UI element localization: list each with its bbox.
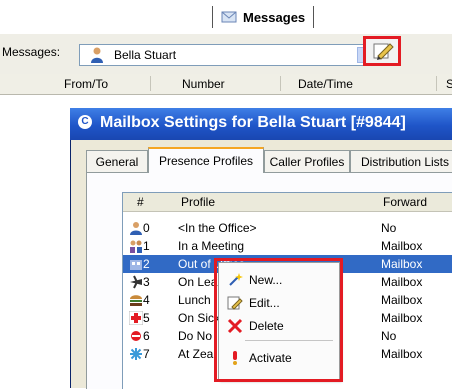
profile-number: 5 xyxy=(143,311,150,325)
column-number[interactable]: Number xyxy=(182,77,225,91)
profile-forward: Mailbox xyxy=(381,257,423,271)
grid-header: # Profile Forward xyxy=(123,193,452,212)
profile-number: 6 xyxy=(143,329,150,343)
context-menu-highlight-box xyxy=(214,258,343,382)
profile-forward: Mailbox xyxy=(381,239,423,253)
tab-general[interactable]: General xyxy=(86,150,148,172)
profile-number: 2 xyxy=(143,257,150,271)
profile-number: 4 xyxy=(143,293,150,307)
tab-distribution-lists-label: Distribution Lists xyxy=(360,154,450,169)
profile-name: Do No xyxy=(178,329,213,343)
tab-caller-profiles[interactable]: Caller Profiles xyxy=(264,150,350,172)
medical-cross-icon xyxy=(129,311,143,325)
tab-presence-profiles-label: Presence Profiles xyxy=(158,154,254,168)
profile-name: At Zea xyxy=(178,347,214,361)
tab-messages[interactable]: Messages xyxy=(212,6,315,28)
office-icon xyxy=(130,260,142,270)
profile-name: <In the Office> xyxy=(178,221,257,235)
column-divider xyxy=(280,76,281,91)
profile-forward: No xyxy=(381,221,397,235)
column-number-hash[interactable]: # xyxy=(137,195,144,209)
tab-distribution-lists[interactable]: Distribution Lists xyxy=(350,150,452,172)
profile-forward: Mailbox xyxy=(381,347,423,361)
column-forward[interactable]: Forward xyxy=(383,195,427,209)
person-icon xyxy=(91,47,103,63)
profile-number: 3 xyxy=(143,275,150,289)
mailbox-settings-button[interactable] xyxy=(363,36,401,66)
meeting-icon xyxy=(130,240,142,253)
profile-row[interactable]: 0 <In the Office> No xyxy=(123,219,452,237)
person-icon xyxy=(130,222,142,235)
tab-general-label: General xyxy=(95,154,139,169)
selected-user: Bella Stuart xyxy=(114,48,177,62)
column-status[interactable]: S xyxy=(446,77,452,91)
tab-caller-profiles-label: Caller Profiles xyxy=(269,154,345,169)
profile-forward: Mailbox xyxy=(381,293,423,307)
dialog-title-bar[interactable]: C Mailbox Settings for Bella Stuart [#98… xyxy=(70,108,452,140)
plane-icon xyxy=(130,275,142,289)
settings-pencil-icon xyxy=(373,43,394,60)
profile-number: 1 xyxy=(143,239,150,253)
profile-forward: No xyxy=(381,329,397,343)
dialog-title: Mailbox Settings for Bella Stuart [#9844… xyxy=(100,114,406,131)
profile-number: 0 xyxy=(143,221,150,235)
burger-icon xyxy=(130,295,142,306)
profile-name: On Lea xyxy=(178,275,218,289)
profile-forward: Mailbox xyxy=(381,311,423,325)
profile-name: Lunch xyxy=(178,293,211,307)
profile-forward: Mailbox xyxy=(381,275,423,289)
profile-row[interactable]: 1 In a Meeting Mailbox xyxy=(123,237,452,255)
column-divider xyxy=(436,76,437,91)
app-logo-icon: C xyxy=(78,115,92,129)
message-list-header: From/To Number Date/Time S xyxy=(0,74,452,95)
snowflake-icon xyxy=(130,348,142,360)
profile-number: 7 xyxy=(143,347,150,361)
tab-presence-profiles[interactable]: Presence Profiles xyxy=(148,147,264,173)
column-date-time[interactable]: Date/Time xyxy=(298,77,353,91)
messages-label: Messages: xyxy=(2,45,61,59)
profile-name: In a Meeting xyxy=(178,239,245,253)
messages-icon xyxy=(221,11,237,23)
do-not-disturb-icon xyxy=(131,331,141,341)
column-from-to[interactable]: From/To xyxy=(64,77,108,91)
column-divider xyxy=(150,76,151,91)
column-profile[interactable]: Profile xyxy=(181,195,215,209)
mailbox-user-select[interactable]: Bella Stuart ▼ xyxy=(79,44,377,66)
tab-messages-label: Messages xyxy=(243,9,306,25)
